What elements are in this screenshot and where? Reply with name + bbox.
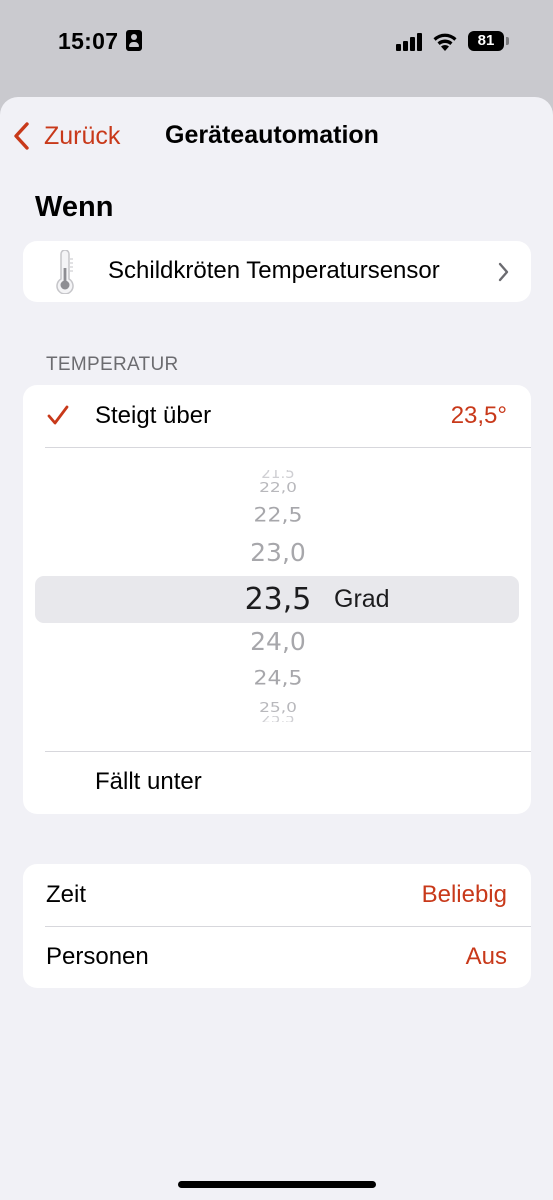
chevron-right-icon [498, 262, 509, 282]
picker-unit-label: Grad [334, 585, 390, 613]
condition-value: Beliebig [421, 881, 507, 908]
picker-item[interactable]: 22,5 [223, 505, 333, 526]
conditions-card: Zeit Beliebig Personen Aus [23, 864, 531, 988]
status-time: 15:07 [58, 28, 119, 54]
picker-item[interactable]: 25,5 [223, 716, 333, 722]
condition-value: Aus [465, 943, 507, 970]
battery-cap [506, 37, 509, 45]
temperature-picker[interactable]: 21,5 22,0 22,5 23,0 23,5 Grad 24,0 24,5 … [23, 448, 531, 751]
picker-item[interactable]: 23,0 [223, 539, 333, 567]
condition-label: Personen [46, 943, 149, 970]
battery-indicator: 81 [468, 31, 504, 51]
rises-above-label: Steigt über [95, 402, 212, 429]
picker-selected-value[interactable]: 23,5 [223, 582, 333, 617]
rises-above-value: 23,5° [450, 402, 507, 429]
back-button[interactable]: Zurück [12, 120, 120, 152]
contact-card-icon [126, 30, 142, 51]
picker-item[interactable]: 21,5 [223, 470, 333, 478]
rises-above-option[interactable]: Steigt über 23,5° [23, 385, 531, 447]
checkmark-icon [47, 405, 69, 425]
condition-row-people[interactable]: Personen Aus [23, 926, 531, 988]
cellular-signal-icon [396, 33, 422, 51]
page-title: Geräteautomation [165, 121, 379, 149]
temperature-card: Steigt über 23,5° 21,5 22,0 22,5 23,0 23… [23, 385, 531, 814]
status-bar: 15:07 81 [0, 0, 553, 80]
temperature-section-header: TEMPERATUR [46, 354, 179, 375]
wifi-icon [433, 33, 457, 51]
home-indicator[interactable] [178, 1181, 376, 1188]
thermometer-icon [56, 250, 74, 294]
chevron-left-icon [14, 122, 29, 150]
picker-item[interactable]: 24,5 [223, 668, 333, 689]
sensor-label: Schildkröten Temperatursensor [108, 257, 440, 284]
picker-item[interactable]: 24,0 [223, 628, 333, 656]
falls-below-label: Fällt unter [95, 768, 202, 795]
picker-item[interactable]: 22,0 [223, 480, 333, 496]
condition-row-time[interactable]: Zeit Beliebig [23, 864, 531, 926]
falls-below-option[interactable]: Fällt unter [23, 752, 531, 814]
back-button-label: Zurück [44, 121, 121, 150]
sensor-row[interactable]: Schildkröten Temperatursensor [23, 241, 531, 302]
condition-label: Zeit [46, 881, 87, 908]
when-heading: Wenn [35, 191, 114, 223]
picker-item[interactable]: 25,0 [223, 700, 333, 716]
